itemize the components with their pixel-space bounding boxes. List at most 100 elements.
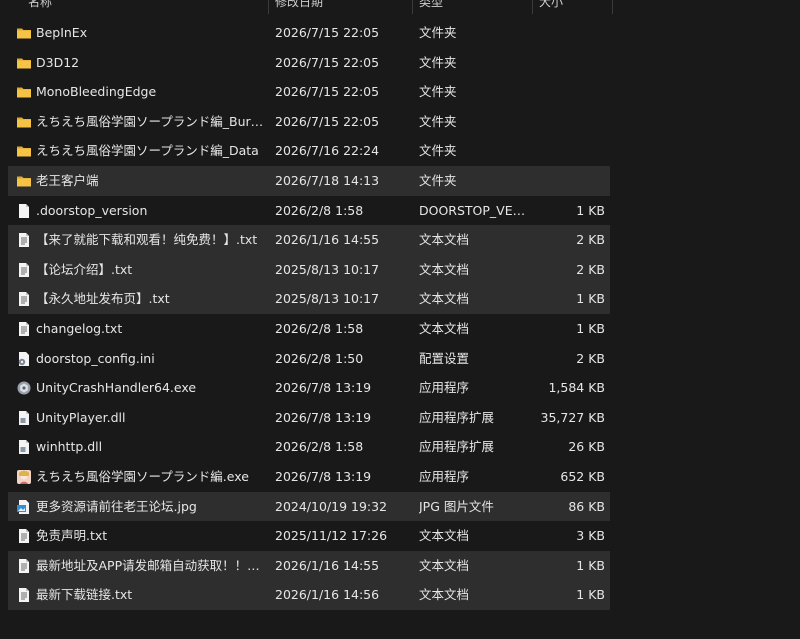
- file-type: 文件夹: [419, 54, 457, 70]
- file-row[interactable]: 更多资源请前往老王论坛.jpg 2024/10/19 19:32 JPG 图片文件 8…: [8, 491, 610, 522]
- file-row[interactable]: UnityPlayer.dll 2026/7/8 13:19 应用程序扩展 35,72…: [8, 403, 610, 433]
- column-divider[interactable]: [412, 0, 413, 14]
- game-exe-icon: [16, 469, 32, 485]
- file-name: 最新下载链接.txt: [36, 587, 133, 603]
- file-row[interactable]: doorstop_config.ini 2026/2/8 1:50 配置设置 2 KB: [8, 344, 610, 374]
- file-size: [536, 18, 605, 48]
- folder-icon: [16, 173, 32, 189]
- file-size: 2 KB: [576, 232, 605, 248]
- settings-file-icon: [16, 351, 32, 367]
- file-type: 文件夹: [419, 172, 457, 188]
- file-name: D3D12: [36, 54, 80, 70]
- text-file-icon: [16, 528, 32, 544]
- file-type: 文件夹: [419, 25, 457, 40]
- folder-icon: [16, 25, 32, 41]
- file-date: 2026/2/8 1:58: [275, 202, 364, 218]
- file-type: 文件夹: [419, 84, 457, 100]
- column-header-type[interactable]: 类型: [419, 0, 443, 13]
- file-name: 更多资源请前往老王论坛.jpg: [36, 498, 197, 514]
- file-name: 免责声明.txt: [36, 528, 108, 544]
- file-type: 文本文档: [419, 528, 470, 544]
- folder-icon: [16, 114, 32, 130]
- file-name: えちえち風俗学園ソープランド編.exe: [36, 468, 249, 484]
- file-icon: [16, 203, 32, 219]
- text-file-icon: [16, 262, 32, 278]
- file-row[interactable]: 【永久地址发布页】.txt 2025/8/13 10:17 文本文档 1 KB: [8, 284, 610, 314]
- file-row[interactable]: UnityCrashHandler64.exe 2026/7/8 13:19 应用程…: [8, 373, 610, 403]
- file-size: [536, 48, 605, 78]
- file-row[interactable]: えちえち風俗学園ソープランド編.exe 2026/7/8 13:19 应用程序 652…: [8, 462, 610, 492]
- column-header-size[interactable]: 大小: [539, 0, 563, 13]
- file-row[interactable]: BepInEx 2026/7/15 22:05 文件夹: [8, 18, 610, 48]
- file-row[interactable]: 【论坛介绍】.txt 2025/8/13 10:17 文本文档 2 KB: [8, 254, 610, 285]
- file-date: 2026/7/18 14:13: [275, 172, 380, 188]
- file-type: 应用程序: [419, 468, 470, 484]
- file-type: 文本文档: [419, 557, 470, 573]
- column-divider[interactable]: [268, 0, 269, 14]
- file-row[interactable]: 最新下载链接.txt 2026/1/16 14:56 文本文档 1 KB: [8, 580, 610, 610]
- file-row[interactable]: winhttp.dll 2026/2/8 1:58 应用程序扩展 26 KB: [8, 432, 610, 462]
- file-size: 86 KB: [568, 498, 605, 514]
- file-date: 2026/1/16 14:56: [275, 587, 380, 603]
- file-name: えちえち風俗学園ソープランド編_Burst…: [36, 113, 268, 129]
- file-name: 老王客户端: [36, 172, 99, 188]
- file-date: 2026/7/8 13:19: [275, 468, 372, 484]
- column-divider[interactable]: [532, 0, 533, 14]
- file-date: 2026/7/15 22:05: [275, 54, 380, 70]
- column-header-date[interactable]: 修改日期: [275, 0, 323, 13]
- file-name: 【来了就能下载和观看！纯免费！】.txt: [36, 232, 258, 248]
- file-row[interactable]: 老王客户端 2026/7/18 14:13 文件夹: [8, 165, 610, 196]
- file-row[interactable]: .doorstop_version 2026/2/8 1:58 DOORSTOP_V…: [8, 196, 610, 226]
- text-file-icon: [16, 321, 32, 337]
- file-size: [536, 77, 605, 107]
- text-file-icon: [16, 232, 32, 248]
- file-date: 2026/1/16 14:55: [275, 557, 380, 573]
- file-type: 文本文档: [419, 261, 470, 277]
- file-size: 2 KB: [576, 261, 605, 277]
- file-date: 2026/7/8 13:19: [275, 380, 372, 396]
- file-size: 1 KB: [576, 291, 605, 307]
- unity-exe-icon: [16, 380, 32, 396]
- file-row[interactable]: 免责声明.txt 2025/11/12 17:26 文本文档 3 KB: [8, 521, 610, 551]
- file-date: 2026/2/8 1:50: [275, 350, 364, 366]
- file-date: 2026/1/16 14:55: [275, 232, 380, 248]
- file-size: [536, 166, 605, 196]
- file-name: 【论坛介绍】.txt: [36, 261, 133, 277]
- file-type: DOORSTOP_VER...: [419, 202, 531, 218]
- file-type: 文本文档: [419, 291, 470, 307]
- file-size: [536, 107, 605, 137]
- file-name: 【永久地址发布页】.txt: [36, 291, 170, 307]
- file-row[interactable]: えちえち風俗学園ソープランド編_Burst… 2026/7/15 22:05 文件夹: [8, 107, 610, 137]
- file-size: 3 KB: [576, 528, 605, 544]
- file-row[interactable]: MonoBleedingEdge 2026/7/15 22:05 文件夹: [8, 77, 610, 107]
- column-header-bar: 名称 修改日期 类型 大小: [0, 0, 800, 14]
- text-file-icon: [16, 291, 32, 307]
- file-size: 26 KB: [568, 439, 605, 455]
- image-file-icon: [16, 499, 32, 515]
- file-size: 1 KB: [576, 557, 605, 573]
- file-type: 应用程序扩展: [419, 439, 495, 455]
- folder-icon: [16, 143, 32, 159]
- file-size: 1 KB: [576, 320, 605, 336]
- file-row[interactable]: 最新地址及APP请发邮箱自动获取！！！... 2026/1/16 14:55 文本文…: [8, 550, 610, 581]
- dll-file-icon: [16, 439, 32, 455]
- file-size: 2 KB: [576, 350, 605, 366]
- file-date: 2025/11/12 17:26: [275, 528, 388, 544]
- file-type: 应用程序: [419, 380, 470, 396]
- file-name: UnityPlayer.dll: [36, 409, 126, 425]
- file-size: 652 KB: [560, 468, 605, 484]
- file-date: 2026/7/15 22:05: [275, 84, 380, 100]
- text-file-icon: [16, 558, 32, 574]
- file-row[interactable]: changelog.txt 2026/2/8 1:58 文本文档 1 KB: [8, 314, 610, 344]
- file-row[interactable]: 【来了就能下载和观看！纯免费！】.txt 2026/1/16 14:55 文本文档 2…: [8, 225, 610, 255]
- file-date: 2026/2/8 1:58: [275, 320, 364, 336]
- file-date: 2026/7/15 22:05: [275, 25, 380, 40]
- column-header-name[interactable]: 名称: [28, 0, 52, 13]
- file-row[interactable]: えちえち風俗学園ソープランド編_Data 2026/7/16 22:24 文件夹: [8, 136, 610, 166]
- file-date: 2026/2/8 1:58: [275, 439, 364, 455]
- column-divider[interactable]: [612, 0, 613, 14]
- file-name: winhttp.dll: [36, 439, 103, 455]
- file-date: 2025/8/13 10:17: [275, 261, 380, 277]
- file-row[interactable]: D3D12 2026/7/15 22:05 文件夹: [8, 48, 610, 78]
- file-type: 应用程序扩展: [419, 409, 495, 425]
